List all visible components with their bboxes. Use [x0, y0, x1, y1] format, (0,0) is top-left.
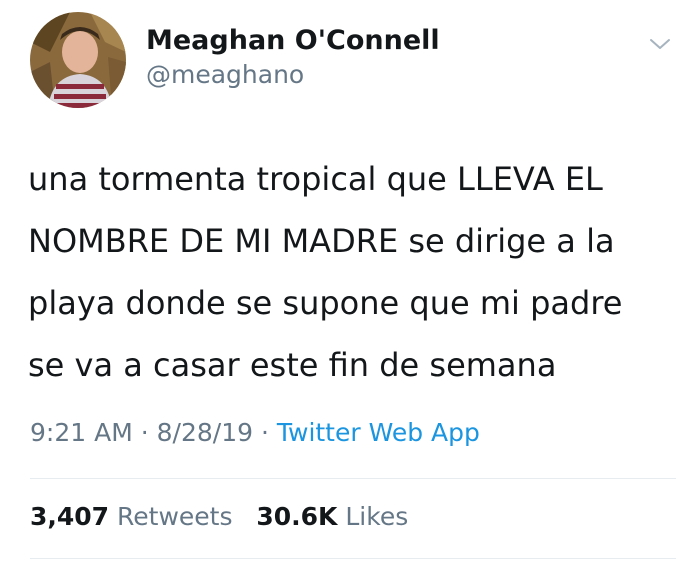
tweet-text-line: playa donde se supone que mi padre — [28, 284, 623, 322]
divider — [30, 558, 676, 559]
tweet-text-line: una tormenta tropical que LLEVA EL — [28, 160, 603, 198]
tweet-stats: 3,407 Retweets 30.6K Likes — [30, 502, 408, 531]
avatar[interactable] — [30, 12, 126, 108]
meta-separator: · — [260, 418, 269, 447]
display-name[interactable]: Meaghan O'Connell — [146, 25, 440, 56]
tweet-source-link[interactable]: Twitter Web App — [277, 418, 480, 447]
likes-label: Likes — [345, 502, 409, 531]
retweets-label: Retweets — [117, 502, 233, 531]
tweet-meta: 9:21 AM · 8/28/19 · Twitter Web App — [30, 418, 480, 447]
retweets-stat[interactable]: 3,407 Retweets — [30, 502, 233, 531]
retweets-count: 3,407 — [30, 502, 110, 531]
likes-count: 30.6K — [256, 502, 338, 531]
tweet-time[interactable]: 9:21 AM — [30, 418, 133, 447]
user-handle[interactable]: @meaghano — [146, 60, 304, 89]
chevron-down-icon[interactable] — [648, 36, 672, 52]
tweet-text: una tormenta tropical que LLEVA EL NOMBR… — [28, 148, 678, 396]
tweet-text-line: NOMBRE DE MI MADRE se dirige a la — [28, 222, 615, 260]
meta-separator: · — [140, 418, 149, 447]
likes-stat[interactable]: 30.6K Likes — [256, 502, 408, 531]
tweet-text-line: se va a casar este fin de semana — [28, 346, 557, 384]
tweet-card: Meaghan O'Connell @meaghano una tormenta… — [0, 0, 700, 572]
tweet-date[interactable]: 8/28/19 — [157, 418, 253, 447]
divider — [30, 478, 676, 479]
